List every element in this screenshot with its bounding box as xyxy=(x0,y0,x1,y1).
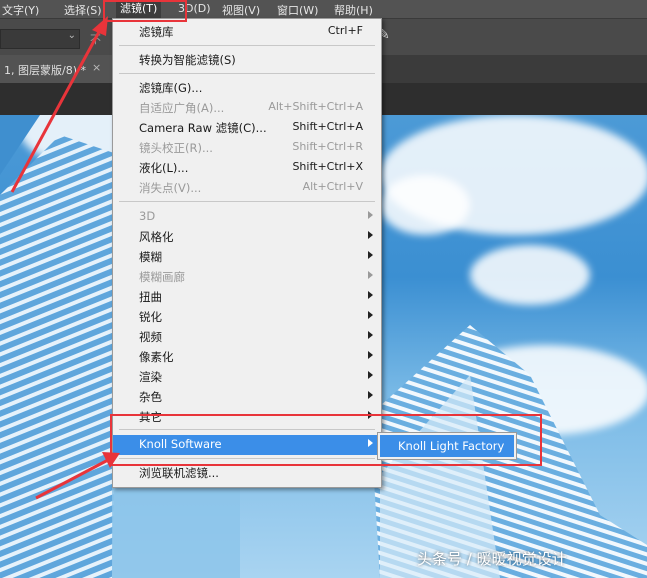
menu-item-video[interactable]: 视频 xyxy=(113,327,381,347)
menu-item-shortcut: Alt+Shift+Ctrl+A xyxy=(268,100,363,113)
menu-item-browse-online-filters[interactable]: 浏览联机滤镜... xyxy=(113,463,381,483)
submenu-arrow-icon xyxy=(368,351,373,359)
menu-item-blur[interactable]: 模糊 xyxy=(113,247,381,267)
menu-item-noise[interactable]: 杂色 xyxy=(113,387,381,407)
menu-separator xyxy=(119,45,375,46)
menu-item-label: 滤镜库(G)... xyxy=(139,81,203,95)
menu-bar: 文字(Y) 选择(S) 滤镜(T) 3D(D) 视图(V) 窗口(W) 帮助(H… xyxy=(0,0,647,18)
menu-window[interactable]: 窗口(W) xyxy=(277,2,318,18)
menu-item-label: Camera Raw 滤镜(C)... xyxy=(139,121,267,135)
menu-item-label: 视频 xyxy=(139,330,162,344)
submenu-arrow-icon xyxy=(368,291,373,299)
menu-item-label: 转换为智能滤镜(S) xyxy=(139,53,236,67)
menu-item-label: 浏览联机滤镜... xyxy=(139,466,219,480)
menu-item-vanishing-point: 消失点(V)... Alt+Ctrl+V xyxy=(113,178,381,198)
submenu-arrow-icon xyxy=(368,211,373,219)
menu-item-label: 杂色 xyxy=(139,390,162,404)
menu-separator xyxy=(119,73,375,74)
menu-item-3d: 3D xyxy=(113,207,381,227)
menu-view[interactable]: 视图(V) xyxy=(222,2,260,18)
submenu-arrow-icon xyxy=(368,251,373,259)
menu-item-label: 风格化 xyxy=(139,230,174,244)
submenu-arrow-icon xyxy=(368,331,373,339)
submenu-arrow-icon xyxy=(368,371,373,379)
menu-item-shortcut: Shift+Ctrl+A xyxy=(292,120,363,133)
document-tab[interactable]: 1, 图层蒙版/8) * × xyxy=(0,55,112,83)
menu-item-label: 3D xyxy=(139,209,156,223)
menu-separator xyxy=(119,201,375,202)
menu-item-label: 锐化 xyxy=(139,310,162,324)
menu-item-shortcut: Alt+Ctrl+V xyxy=(302,180,363,193)
menu-item-label: 镜头校正(R)... xyxy=(139,141,213,155)
menu-item-label: 液化(L)... xyxy=(139,161,189,175)
menu-item-label: 模糊 xyxy=(139,250,162,264)
submenu-arrow-icon xyxy=(368,231,373,239)
menu-item-label: 模糊画廊 xyxy=(139,270,185,284)
annotation-box-filter-menu xyxy=(103,0,187,22)
menu-item-shortcut: Shift+Ctrl+X xyxy=(292,160,363,173)
menu-item-distort[interactable]: 扭曲 xyxy=(113,287,381,307)
menu-item-pixelate[interactable]: 像素化 xyxy=(113,347,381,367)
menu-item-sharpen[interactable]: 锐化 xyxy=(113,307,381,327)
options-dropdown[interactable]: ⌄ xyxy=(0,29,80,49)
menu-item-liquify[interactable]: 液化(L)... Shift+Ctrl+X xyxy=(113,158,381,178)
menu-item-label: 渲染 xyxy=(139,370,162,384)
menu-item-label: 滤镜库 xyxy=(139,25,174,39)
watermark-text: 头条号 / 暖暖视觉设计 xyxy=(417,550,567,568)
menu-item-adaptive-wide-angle: 自适应广角(A)... Alt+Shift+Ctrl+A xyxy=(113,98,381,118)
close-icon[interactable]: × xyxy=(92,61,101,74)
annotation-box-knoll xyxy=(110,414,542,466)
menu-type[interactable]: 文字(Y) xyxy=(2,2,39,18)
menu-item-shortcut: Shift+Ctrl+R xyxy=(292,140,363,153)
menu-item-blur-gallery: 模糊画廊 xyxy=(113,267,381,287)
menu-item-stylize[interactable]: 风格化 xyxy=(113,227,381,247)
menu-item-last-filter[interactable]: 滤镜库 Ctrl+F xyxy=(113,22,381,42)
menu-item-label: 消失点(V)... xyxy=(139,181,202,195)
menu-item-render[interactable]: 渲染 xyxy=(113,367,381,387)
menu-item-shortcut: Ctrl+F xyxy=(327,24,363,37)
document-tab-label: 1, 图层蒙版/8) * xyxy=(4,64,86,77)
submenu-arrow-icon xyxy=(368,391,373,399)
menu-item-convert-smart-filter[interactable]: 转换为智能滤镜(S) xyxy=(113,50,381,70)
menu-item-label: 扭曲 xyxy=(139,290,162,304)
menu-item-camera-raw[interactable]: Camera Raw 滤镜(C)... Shift+Ctrl+A xyxy=(113,118,381,138)
menu-help[interactable]: 帮助(H) xyxy=(334,2,373,18)
chevron-down-icon: ⌄ xyxy=(67,30,76,41)
menu-item-lens-correction: 镜头校正(R)... Shift+Ctrl+R xyxy=(113,138,381,158)
menu-item-filter-gallery[interactable]: 滤镜库(G)... xyxy=(113,78,381,98)
menu-item-label: 像素化 xyxy=(139,350,174,364)
submenu-arrow-icon xyxy=(368,271,373,279)
menu-select[interactable]: 选择(S) xyxy=(64,2,102,18)
options-text: 不 xyxy=(90,33,101,46)
submenu-arrow-icon xyxy=(368,311,373,319)
menu-item-label: 自适应广角(A)... xyxy=(139,101,225,115)
